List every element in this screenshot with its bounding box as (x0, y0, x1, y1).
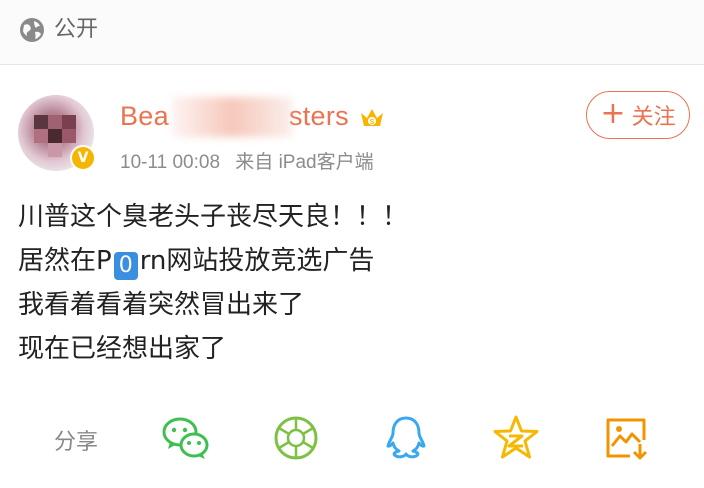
share-label: 分享 (54, 430, 99, 455)
post-source: 来自 iPad客户端 (235, 152, 374, 173)
visibility-bar: 公开 (0, 0, 704, 65)
keycap-zero-emoji: 0 (113, 252, 138, 280)
verified-badge: V (70, 145, 96, 171)
timestamp: 10-11 00:08 (120, 152, 221, 173)
svg-text:S: S (370, 119, 375, 126)
post-meta: 10-11 00:08 来自 iPad客户端 (120, 147, 384, 174)
follow-button[interactable]: + 关注 (586, 91, 690, 139)
name-blur (172, 97, 292, 137)
globe-icon (20, 18, 44, 42)
visibility-label: 公开 (54, 17, 99, 42)
post-content: 川普这个臭老头子丧尽天良！！！ 居然在P 0 rn网站投放竞选广告 我看着看着突然冒… (18, 195, 408, 371)
qzone-icon[interactable] (490, 412, 542, 464)
content-line: 居然在P 0 rn网站投放竞选广告 (18, 246, 375, 280)
weibo-post: V Bea sters S 10-11 00:08 来自 iPad客户端 + 关注… (0, 65, 704, 488)
crown-icon: S (361, 109, 383, 126)
content-line: 现在已经想出家了 (18, 334, 227, 364)
moments-icon[interactable] (270, 412, 322, 464)
qq-icon[interactable] (380, 412, 432, 464)
content-line: 川普这个臭老头子丧尽天良！！！ (18, 202, 409, 232)
wechat-icon[interactable] (160, 412, 212, 464)
content-line: 我看着看着突然冒出来了 (18, 290, 305, 320)
plus-icon: + (600, 96, 626, 131)
author-avatar[interactable]: V (18, 95, 98, 175)
share-bar: 分享 (0, 400, 704, 480)
save-image-icon[interactable] (600, 412, 652, 464)
